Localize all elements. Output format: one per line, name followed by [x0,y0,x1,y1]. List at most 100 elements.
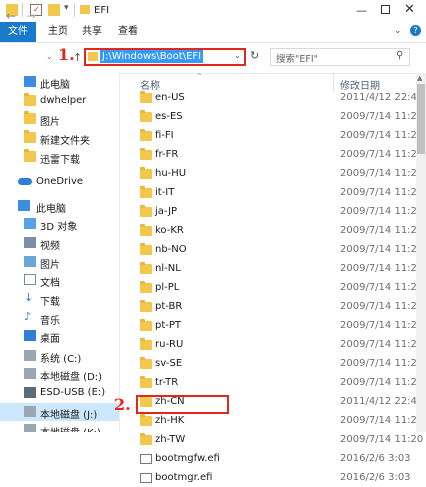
folder-icon [140,91,152,103]
tab-file[interactable]: 文件 [0,22,36,42]
file-row[interactable]: bootmgfw.efi 2016/2/6 3:03 [138,451,411,468]
annotation-2: 2. [114,395,131,414]
sidebar-item-videos[interactable]: 视频 [0,234,119,252]
folder-row[interactable]: ko-KR 2009/7/14 11:20 [138,223,423,240]
folder-row[interactable]: ru-RU 2009/7/14 11:20 [138,337,423,354]
file-date: 2009/7/14 11:20 [340,149,424,160]
file-date: 2009/7/14 11:20 [340,434,424,445]
sidebar-item-3d-objects[interactable]: 3D 对象 [0,215,119,233]
file-name: pt-PT [155,320,182,331]
sidebar-item-documents[interactable]: 文档 [0,271,119,289]
folder-icon [140,281,152,293]
scroll-up-icon[interactable]: ▲ [417,74,422,82]
file-icon [140,454,152,464]
quick-access-dropdown-icon[interactable]: ▾ [64,3,69,13]
folder-row[interactable]: fi-FI 2009/7/14 11:20 [138,128,423,145]
file-date: 2016/2/6 3:03 [340,472,411,483]
computer-icon [18,200,30,211]
address-dropdown-icon[interactable]: ⌄ [234,51,241,60]
folder-icon [24,149,36,162]
folder-row[interactable]: es-ES 2009/7/14 11:20 [138,109,423,126]
sidebar-item-onedrive[interactable]: OneDrive [0,173,119,191]
search-placeholder: 搜索"EFI" [276,54,319,65]
sidebar-item-drive-j[interactable]: 本地磁盘 (J:) [0,403,119,421]
folder-row[interactable]: fr-FR 2009/7/14 11:20 [138,147,423,164]
folder-row[interactable]: en-US 2011/4/12 22:42 [138,90,423,107]
file-date: 2009/7/14 11:20 [340,225,424,236]
sidebar-item-dwhelper[interactable]: dwhelper [0,92,119,110]
document-icon [24,274,36,285]
sidebar-item-this-pc-root[interactable]: 此电脑 [0,197,119,215]
file-name: ja-JP [155,206,178,217]
sidebar-item-drive-k[interactable]: 本地磁盘 (K:) [0,421,119,432]
back-icon[interactable]: ← [6,9,16,23]
sidebar-item-pictures[interactable]: 图片 [0,110,119,128]
folder-row[interactable]: tr-TR 2009/7/14 11:20 [138,375,423,392]
folder-row[interactable]: pl-PL 2009/7/14 11:20 [138,280,423,297]
folder-row[interactable]: zh-HK 2009/7/14 11:20 [138,413,423,430]
sidebar-item-music[interactable]: ♪ 音乐 [0,309,119,327]
folder-icon [24,93,36,106]
sidebar-item-drive-c[interactable]: 系统 (C:) [0,347,119,365]
folder-row[interactable]: ja-JP 2009/7/14 11:20 [138,204,423,221]
help-icon[interactable]: ? [410,25,421,36]
file-name: bootmgfw.efi [155,453,220,464]
folder-row[interactable]: nb-NO 2009/7/14 11:20 [138,242,423,259]
up-icon[interactable]: ↑ [73,51,82,64]
file-date: 2009/7/14 11:20 [340,339,424,350]
sidebar-item-drive-e[interactable]: ESD-USB (E:) [0,384,119,402]
folder-row[interactable]: sv-SE 2009/7/14 11:20 [138,356,423,373]
folder-row[interactable]: pt-PT 2009/7/14 11:20 [138,318,423,335]
file-name: es-ES [155,111,183,122]
file-row[interactable]: bootmgr.efi 2016/2/6 3:03 [138,470,411,487]
folder-row[interactable]: pt-BR 2009/7/14 11:20 [138,299,423,316]
file-date: 2009/7/14 11:20 [340,320,424,331]
file-name: bootmgr.efi [155,472,213,483]
address-text[interactable]: J:\Windows\Boot\EFI [100,50,204,63]
file-date: 2009/7/14 11:20 [340,358,424,369]
file-icon [140,473,152,483]
sidebar-item-downloads[interactable]: ↓ 下载 [0,290,119,308]
tab-share[interactable]: 共享 [82,22,102,42]
sidebar-item-pictures-lib[interactable]: 图片 [0,253,119,271]
folder-row[interactable]: hu-HU 2009/7/14 11:20 [138,166,423,183]
sidebar-item-new-folder[interactable]: 新建文件夹 [0,129,119,147]
folder-row[interactable]: it-IT 2009/7/14 11:20 [138,185,423,202]
scrollbar-thumb[interactable] [417,84,425,154]
drive-icon [24,406,36,417]
sidebar-item-thunder-downloads[interactable]: 迅雷下载 [0,148,119,166]
folder-icon [24,130,36,143]
close-icon[interactable]: ✕ [404,2,415,17]
refresh-icon[interactable]: ↻ [250,49,259,62]
file-name: en-US [155,92,185,103]
folder-icon [140,357,152,369]
sort-indicator-icon: ⌃ [196,72,203,81]
folder-icon [140,110,152,122]
search-icon[interactable]: ⚲ [396,50,403,61]
minimize-icon[interactable]: — [356,4,367,17]
folder-row[interactable]: nl-NL 2009/7/14 11:20 [138,261,423,278]
maximize-icon[interactable] [381,5,390,14]
recent-locations-icon[interactable]: ⌄ [46,52,53,61]
sidebar-item-desktop[interactable]: 桌面 [0,327,119,345]
sidebar-item-drive-d[interactable]: 本地磁盘 (D:) [0,365,119,383]
new-folder-icon[interactable] [48,4,60,16]
ribbon-expand-icon[interactable]: ⌄ [394,26,402,36]
ribbon: 文件 主页 共享 查看 ⌄ ? [0,22,426,43]
file-name: pt-BR [155,301,183,312]
folder-icon [140,319,152,331]
file-date: 2009/7/14 11:20 [340,263,424,274]
forward-icon[interactable]: → [26,9,36,23]
folder-icon [140,167,152,179]
tab-home[interactable]: 主页 [48,22,68,42]
tab-view[interactable]: 查看 [118,22,138,42]
file-date: 2009/7/14 11:20 [340,187,424,198]
address-folder-icon [88,52,98,61]
picture-icon [24,256,36,267]
title-folder-icon [80,5,90,14]
folder-icon [140,243,152,255]
folder-row[interactable]: zh-TW 2009/7/14 11:20 [138,432,423,449]
file-name: fi-FI [155,130,174,141]
file-name: hu-HU [155,168,187,179]
sidebar-item-this-pc[interactable]: 此电脑 [0,73,119,91]
